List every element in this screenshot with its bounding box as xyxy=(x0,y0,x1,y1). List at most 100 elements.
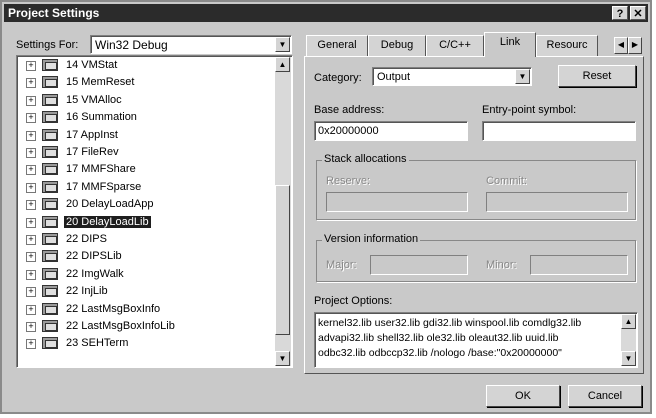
tab-link[interactable]: Link xyxy=(484,32,536,57)
expand-icon[interactable]: + xyxy=(26,95,36,106)
project-icon xyxy=(42,198,58,211)
expand-icon[interactable]: + xyxy=(26,165,36,176)
expand-icon[interactable]: + xyxy=(26,182,36,193)
entry-point-label: Entry-point symbol: xyxy=(482,104,577,116)
tree-item-label: 17 MMFSparse xyxy=(66,180,142,193)
expand-icon[interactable]: + xyxy=(26,61,36,71)
expand-icon[interactable]: + xyxy=(26,130,36,141)
settings-for-label: Settings For: xyxy=(16,39,79,51)
expand-icon[interactable]: + xyxy=(26,78,36,89)
scroll-down-icon[interactable]: ▼ xyxy=(275,351,290,366)
tree-item[interactable]: +17 AppInst xyxy=(20,127,270,144)
project-options-scrollbar[interactable]: ▲ ▼ xyxy=(621,314,636,366)
project-options-label: Project Options: xyxy=(314,295,393,307)
tree-item[interactable]: +14 VMStat xyxy=(20,57,270,74)
project-icon xyxy=(42,146,58,158)
expand-icon[interactable]: + xyxy=(26,269,36,280)
stack-allocations-title: Stack allocations xyxy=(322,153,409,165)
category-label: Category: xyxy=(314,72,362,84)
expand-icon[interactable]: + xyxy=(26,304,36,315)
cancel-button[interactable]: Cancel xyxy=(568,385,642,407)
expand-icon[interactable]: + xyxy=(26,148,36,158)
project-icon xyxy=(42,93,58,106)
tree-item[interactable]: +23 SEHTerm xyxy=(20,335,270,352)
tab-scroll-right-icon[interactable]: ▶ xyxy=(628,37,642,54)
project-icon xyxy=(42,215,58,228)
minor-input[interactable] xyxy=(530,255,628,275)
reserve-input[interactable] xyxy=(326,192,468,212)
tree-item[interactable]: +22 ImgWalk xyxy=(20,266,270,283)
entry-point-input[interactable] xyxy=(482,121,636,141)
tree-item-label: 17 MMFShare xyxy=(66,163,136,176)
expand-icon[interactable]: + xyxy=(26,252,36,263)
expand-icon[interactable]: + xyxy=(26,200,36,211)
tree-item[interactable]: +17 MMFSparse xyxy=(20,179,270,196)
tree-item[interactable]: +16 Summation xyxy=(20,109,270,126)
tree-scrollbar[interactable]: ▲ ▼ xyxy=(275,57,291,366)
expand-icon[interactable]: + xyxy=(26,322,36,332)
project-icon xyxy=(42,59,58,71)
close-button[interactable]: ✕ xyxy=(630,6,646,20)
category-dropdown-icon[interactable]: ▼ xyxy=(515,69,530,84)
project-icon xyxy=(42,180,58,193)
settings-for-dropdown-icon[interactable]: ▼ xyxy=(275,37,290,52)
tree-item[interactable]: +22 LastMsgBoxInfo xyxy=(20,301,270,318)
tab-general[interactable]: General xyxy=(306,35,368,56)
project-tree-list: +14 VMStat +15 MemReset +15 VMAlloc +16 Sum… xyxy=(20,57,292,364)
tree-item-label: 14 VMStat xyxy=(66,59,118,71)
expand-icon[interactable]: + xyxy=(26,339,36,350)
tree-item[interactable]: +22 DIPS xyxy=(20,231,270,248)
tree-item[interactable]: +15 MemReset xyxy=(20,74,270,91)
tree-item[interactable]: +22 InjLib xyxy=(20,283,270,300)
tree-item[interactable]: +17 FileRev xyxy=(20,144,270,161)
project-icon xyxy=(42,337,58,350)
expand-icon[interactable]: + xyxy=(26,235,36,245)
tree-item[interactable]: +22 DIPSLib xyxy=(20,248,270,265)
project-options-textarea[interactable]: kernel32.lib user32.lib gdi32.lib winspo… xyxy=(314,312,638,368)
project-icon xyxy=(42,163,58,176)
scroll-up-icon[interactable]: ▲ xyxy=(275,57,290,72)
tree-item[interactable]: +20 DelayLoadApp xyxy=(20,196,270,213)
tree-item-label: 22 LastMsgBoxInfo xyxy=(66,302,161,315)
project-icon xyxy=(42,267,58,280)
tree-item-label: 22 InjLib xyxy=(66,285,108,298)
tree-item-label: 15 VMAlloc xyxy=(66,93,122,106)
expand-icon[interactable]: + xyxy=(26,217,36,228)
reset-button[interactable]: Reset xyxy=(558,65,636,87)
settings-for-select[interactable]: Win32 Debug ▼ xyxy=(90,35,292,54)
tree-item-label: 22 DIPSLib xyxy=(66,250,122,263)
project-icon xyxy=(42,320,58,332)
tree-item[interactable]: +20 DelayLoadLib xyxy=(20,214,270,231)
tab-resources[interactable]: Resourc xyxy=(536,35,598,56)
tree-item-label: 17 FileRev xyxy=(66,146,119,158)
project-icon xyxy=(42,111,58,124)
help-button[interactable]: ? xyxy=(612,6,628,20)
category-select[interactable]: Output ▼ xyxy=(372,67,532,86)
tree-item[interactable]: +15 VMAlloc xyxy=(20,92,270,109)
tree-item-label: 16 Summation xyxy=(66,111,137,124)
base-address-input[interactable]: 0x20000000 xyxy=(314,121,468,141)
tab-scroll-left-icon[interactable]: ◀ xyxy=(614,37,628,54)
scroll-thumb[interactable] xyxy=(275,185,290,335)
expand-icon[interactable]: + xyxy=(26,287,36,298)
tree-item[interactable]: +17 MMFShare xyxy=(20,161,270,178)
options-scroll-down-icon[interactable]: ▼ xyxy=(621,351,636,366)
tree-item-label: 15 MemReset xyxy=(66,76,135,89)
ok-button[interactable]: OK xyxy=(486,385,560,407)
commit-input[interactable] xyxy=(486,192,628,212)
tree-item-label: 22 ImgWalk xyxy=(66,267,124,280)
settings-for-value: Win32 Debug xyxy=(95,38,168,52)
expand-icon[interactable]: + xyxy=(26,113,36,124)
tree-item-label: 22 LastMsgBoxInfoLib xyxy=(66,320,175,332)
project-icon xyxy=(42,233,58,245)
major-input[interactable] xyxy=(370,255,468,275)
dialog-title: Project Settings xyxy=(8,6,100,20)
project-icon xyxy=(42,128,58,141)
minor-label: Minor: xyxy=(486,259,517,271)
options-scroll-up-icon[interactable]: ▲ xyxy=(621,314,636,329)
project-icon xyxy=(42,250,58,263)
project-options-line: odbc32.lib odbccp32.lib /nologo /base:"0… xyxy=(318,347,562,359)
tree-item[interactable]: +22 LastMsgBoxInfoLib xyxy=(20,318,270,335)
tab-debug[interactable]: Debug xyxy=(368,35,426,56)
tab-c-cpp[interactable]: C/C++ xyxy=(426,35,484,56)
